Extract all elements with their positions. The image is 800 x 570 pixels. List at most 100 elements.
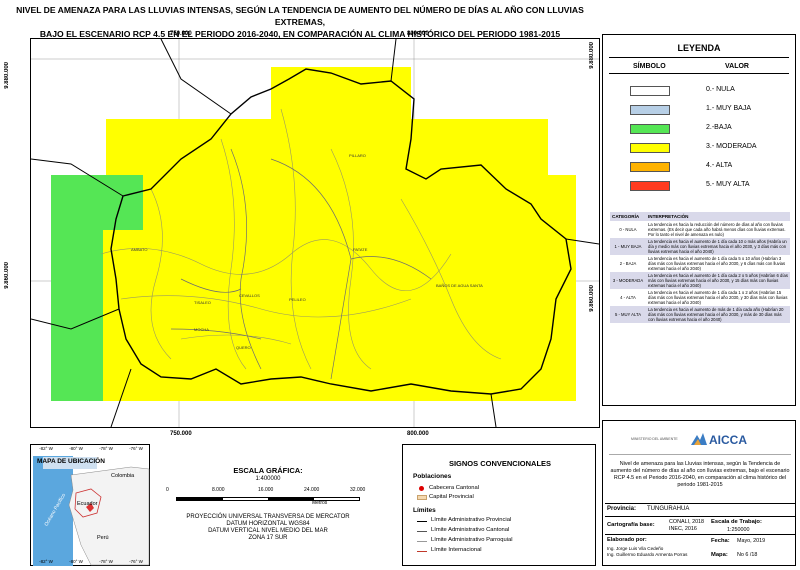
divider xyxy=(605,503,795,504)
interp-text: La tendencia es hacia el aumento de 1 dí… xyxy=(648,256,786,271)
author-2: Ing. Guillermo Eduardo Armenta Porras xyxy=(607,552,688,557)
interp-row: 2 - BAJA La tendencia es hacia el aumento… xyxy=(610,255,790,272)
legend-label: 4.- ALTA xyxy=(706,162,733,169)
country-colombia: Colombia xyxy=(111,473,135,479)
interp-category: 1 - MUY BAJA xyxy=(610,238,646,255)
place-pillaro: PILLARO xyxy=(349,153,366,158)
location-tick: -76° W xyxy=(129,446,143,451)
place-quero: QUERO xyxy=(236,345,251,350)
scale-ratio: 1:400000 xyxy=(255,476,281,482)
aicca-logo-icon xyxy=(691,431,707,445)
coord-bottom-left: 750.000 xyxy=(170,431,192,437)
coord-left-bottom: 9.860.000 xyxy=(4,262,10,289)
signs-limits: Límites xyxy=(413,507,436,514)
signs-title: SIGNOS CONVENCIONALES xyxy=(448,459,552,468)
map-title: NIVEL DE AMENAZA PARA LAS LLUVIAS INTENS… xyxy=(0,4,600,40)
land xyxy=(68,466,150,566)
scale-title: ESCALA GRÁFICA: xyxy=(233,466,303,475)
interp-row: 3 - MODERADA La tendencia es hacia el aum… xyxy=(610,272,790,289)
interp-category: 5 - MUY ALTA xyxy=(610,306,646,323)
signs-cabecera: Cabecera Cantonal xyxy=(429,485,479,491)
base-value-1: CONALI, 2018 xyxy=(669,519,705,525)
limit-label: Límite Administrativo Cantonal xyxy=(431,527,510,533)
legend-col-value: VALOR xyxy=(725,63,749,70)
location-bottom-ticks: -82° W -80° W -78° W -76° W xyxy=(31,559,151,564)
date-label: Fecha: xyxy=(711,538,730,544)
interpretation-table: CATEGORÍA INTERPRETACIÓN 0 - NULA La tend… xyxy=(610,212,790,323)
legend-item: 2.-BAJA xyxy=(602,124,796,138)
legend-divider xyxy=(609,57,789,58)
interp-text: La tendencia es hacia la reducción del n… xyxy=(648,222,786,237)
location-tick: -82° W xyxy=(39,446,53,451)
signs-populations: Poblaciones xyxy=(413,473,452,480)
legend-swatch xyxy=(630,105,670,115)
legend-label: 5.- MUY ALTA xyxy=(706,181,750,188)
map-number-label: Mapa: xyxy=(711,552,728,558)
legend-swatch xyxy=(630,124,670,134)
interp-row: 1 - MUY BAJA La tendencia es hacia el aum… xyxy=(610,238,790,255)
interp-category: 2 - BAJA xyxy=(619,261,637,266)
location-top-ticks: -82° W -80° W -78° W -76° W xyxy=(31,446,151,451)
work-scale-label: Escala de Trabajo: xyxy=(711,519,762,525)
location-tick: -78° W xyxy=(99,559,113,564)
coord-top-left: 750.000 xyxy=(170,31,192,37)
logos: MINISTERIO DEL AMBIENTE AICCA xyxy=(609,427,791,455)
location-tick: -76° W xyxy=(129,559,143,564)
cabecera-symbol xyxy=(419,486,424,491)
legend-swatch xyxy=(630,181,670,191)
legend-swatch xyxy=(630,86,670,96)
coord-bottom-right: 800.000 xyxy=(407,431,429,437)
interp-category: 0 - NULA xyxy=(619,227,637,232)
info-panel: MINISTERIO DEL AMBIENTE AICCA Nivel de a… xyxy=(602,420,796,566)
signs-capital: Capital Provincial xyxy=(429,494,474,500)
main-map[interactable]: PILLARO AMBATO PATATE BAÑOS DE AGUA SANT… xyxy=(30,38,600,428)
projection-line: ZONA 17 SUR xyxy=(248,535,288,541)
base-value-2: INEC, 2016 xyxy=(669,526,697,532)
country-peru: Perú xyxy=(97,535,109,541)
limit-label: Límite Administrativo Parroquial xyxy=(431,537,513,543)
place-tisaleo: TISALEO xyxy=(194,300,211,305)
conventional-signs: SIGNOS CONVENCIONALES Poblaciones Cabece… xyxy=(402,444,596,566)
interp-row: 4 - ALTA La tendencia es hacia el aumento… xyxy=(610,289,790,306)
country-ecuador: Ecuador xyxy=(77,501,98,507)
legend-item: 0.- NULA xyxy=(602,86,796,100)
info-description: Nivel de amenaza para las Lluvias intens… xyxy=(610,461,790,488)
limit-label: Límite Internacional xyxy=(431,547,482,553)
interp-text: La tendencia es hacia el aumento de 1 dí… xyxy=(646,238,790,255)
coord-top-right: 800.000 xyxy=(407,31,429,37)
province-label: Provincia: xyxy=(607,506,637,512)
map-number-value: No 6 /18 xyxy=(737,552,758,558)
legend-col-symbol: SÍMBOLO xyxy=(633,63,666,70)
legend-label: 2.-BAJA xyxy=(706,124,732,131)
scale-tick: 32.000 xyxy=(350,487,366,493)
author-1: Ing. Jorge Luis Vila Cedeño xyxy=(607,546,664,551)
scale-section: ESCALA GRÁFICA: 1:400000 0 8.000 16.000 24.… xyxy=(152,444,384,566)
place-mocha: MOCHA xyxy=(194,327,209,332)
legend-item: 4.- ALTA xyxy=(602,162,796,176)
place-banos: BAÑOS DE AGUA SANTA xyxy=(436,283,483,288)
scale-ticks: 0 8.000 16.000 24.000 32.000 xyxy=(166,487,376,495)
map-svg: PILLARO AMBATO PATATE BAÑOS DE AGUA SANT… xyxy=(30,38,600,428)
date-value: Mayo, 2019 xyxy=(737,538,766,544)
projection-info: PROYECCIÓN UNIVERSAL TRANSVERSA DE MERCA… xyxy=(152,514,384,542)
interp-head-cat: CATEGORÍA xyxy=(610,212,646,221)
place-patate: PATATE xyxy=(353,247,368,252)
location-tick: -78° W xyxy=(99,446,113,451)
base-label: Cartografía base: xyxy=(607,522,655,528)
made-by-label: Elaborado por: xyxy=(607,537,647,543)
interp-text: La tendencia es hacia el aumento de 1 dí… xyxy=(648,290,788,305)
place-pelileo: PELILEO xyxy=(289,297,306,302)
location-map: MAPA DE UBICACIÓN Colombia Ecuador Perú … xyxy=(30,444,150,566)
capital-symbol xyxy=(417,495,427,500)
scale-unit: Metros xyxy=(312,500,328,506)
interp-row: 5 - MUY ALTA La tendencia es hacia el aum… xyxy=(610,306,790,323)
org-ministerio: MINISTERIO DEL AMBIENTE xyxy=(631,437,678,441)
legend-label: 3.- MODERADA xyxy=(706,143,757,150)
legend-title: LEYENDA xyxy=(677,43,721,53)
legend-item: 1.- MUY BAJA xyxy=(602,105,796,119)
limit-symbol xyxy=(417,551,427,552)
legend-divider xyxy=(609,73,789,74)
projection-line: PROYECCIÓN UNIVERSAL TRANSVERSA DE MERCA… xyxy=(186,514,350,520)
scale-tick: 8.000 xyxy=(212,487,225,493)
legend-label: 0.- NULA xyxy=(706,86,735,93)
